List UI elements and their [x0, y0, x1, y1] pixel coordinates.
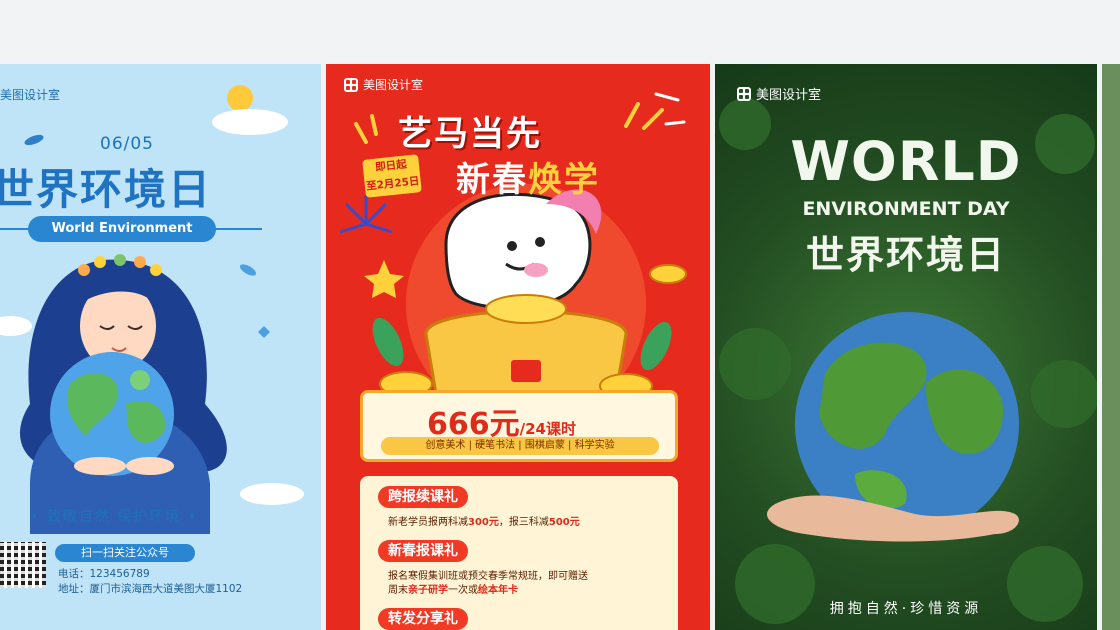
brand-name: 美图设计室: [363, 78, 424, 92]
qr-code-icon: [0, 542, 46, 588]
brand-watermark: 美图设计室: [344, 76, 423, 93]
subjects-list: 创意美术 | 硬笔书法 | 围棋启蒙 | 科学实验: [381, 437, 659, 455]
brand-watermark: 美图设计室: [0, 86, 60, 103]
poster-date: 06/05: [100, 134, 154, 154]
poster-slogan: • 致敬自然 保护环境 •: [30, 509, 198, 525]
brand-logo-icon: [737, 86, 751, 101]
brand-logo-icon: [344, 77, 358, 92]
promo2-value: 亲子研学: [408, 585, 448, 596]
poster-headline: 艺马当先: [398, 114, 542, 154]
promo2-text: 报名寒假集训班或预交春季常规班，即可赠送 周末亲子研学一次或绘本年卡: [388, 570, 588, 598]
template-card-spring-class-red[interactable]: 美图设计室 艺马当先 即日起 至2月25日 新春焕学 666元/24课时 创意美…: [326, 64, 710, 630]
price-box: 666元/24课时 创意美术 | 硬笔书法 | 围棋启蒙 | 科学实验: [360, 390, 678, 462]
poster-title-cn: 世界环境日: [805, 233, 1006, 277]
address-text: 地址：厦门市滨海西大道美图大厦1102: [58, 583, 243, 595]
price-unit: /24课时: [519, 420, 576, 438]
contact-info: 电话：123456789 地址：厦门市滨海西大道美图大厦1102: [58, 567, 242, 597]
template-card-world-environment-day-blue[interactable]: 美图设计室 06/05 世界环境日 World Environment • 致敬…: [0, 64, 321, 630]
promo1-text: 新老学员报两科减300元，报三科减500元: [388, 516, 580, 530]
qr-label: 扫一扫关注公众号: [55, 544, 195, 562]
phone-text: 电话：123456789: [58, 568, 150, 580]
promo2-tag: 新春报课礼: [378, 540, 468, 562]
headline2-part2: 焕学: [528, 160, 600, 200]
promo2-text-line1: 报名寒假集训班或预交春季常规班，即可赠送: [388, 571, 588, 582]
cloud-icon: [212, 109, 288, 135]
brand-name: 美图设计室: [0, 88, 61, 102]
poster-subtitle: World Environment: [28, 216, 216, 242]
promo2-text-line2a: 周末: [388, 585, 408, 596]
promo1-value-a: 300元: [468, 517, 499, 528]
template-card-world-environment-day-forest[interactable]: 美图设计室 WORLD ENVIRONMENT DAY 世界环境日 拥抱自然·珍…: [715, 64, 1097, 630]
top-bar: [0, 0, 1120, 64]
poster-title: 世界环境日: [0, 165, 213, 214]
promo2-value2: 绘本年卡: [478, 585, 518, 596]
date-badge: 即日起 至2月25日: [362, 154, 422, 198]
sun-icon: [227, 85, 253, 111]
promo-panel: 跨报续课礼 新老学员报两科减300元，报三科减500元 新春报课礼 报名寒假集训…: [360, 476, 678, 630]
headline2-part1: 新春: [456, 160, 528, 200]
poster-headline-2: 新春焕学: [456, 152, 600, 201]
brand-name: 美图设计室: [756, 88, 822, 103]
poster-subtitle-en: ENVIRONMENT DAY: [802, 198, 1010, 220]
poster-footer: 拥抱自然·珍惜资源: [829, 601, 983, 617]
template-card-partial[interactable]: [1102, 64, 1120, 630]
promo1-tag: 跨报续课礼: [378, 486, 468, 508]
promo1-text-b: ，报三科减: [498, 517, 549, 528]
promo1-value-b: 500元: [548, 517, 580, 528]
promo3-tag: 转发分享礼: [378, 608, 468, 630]
promo2-text-line2: 周末亲子研学一次或绘本年卡: [388, 584, 588, 598]
promo1-text-a: 新老学员报两科减: [388, 517, 468, 528]
brand-watermark: 美图设计室: [737, 84, 821, 103]
promo2-text-line2b: 一次或: [448, 585, 478, 596]
poster-title-en: WORLD: [790, 130, 1022, 193]
